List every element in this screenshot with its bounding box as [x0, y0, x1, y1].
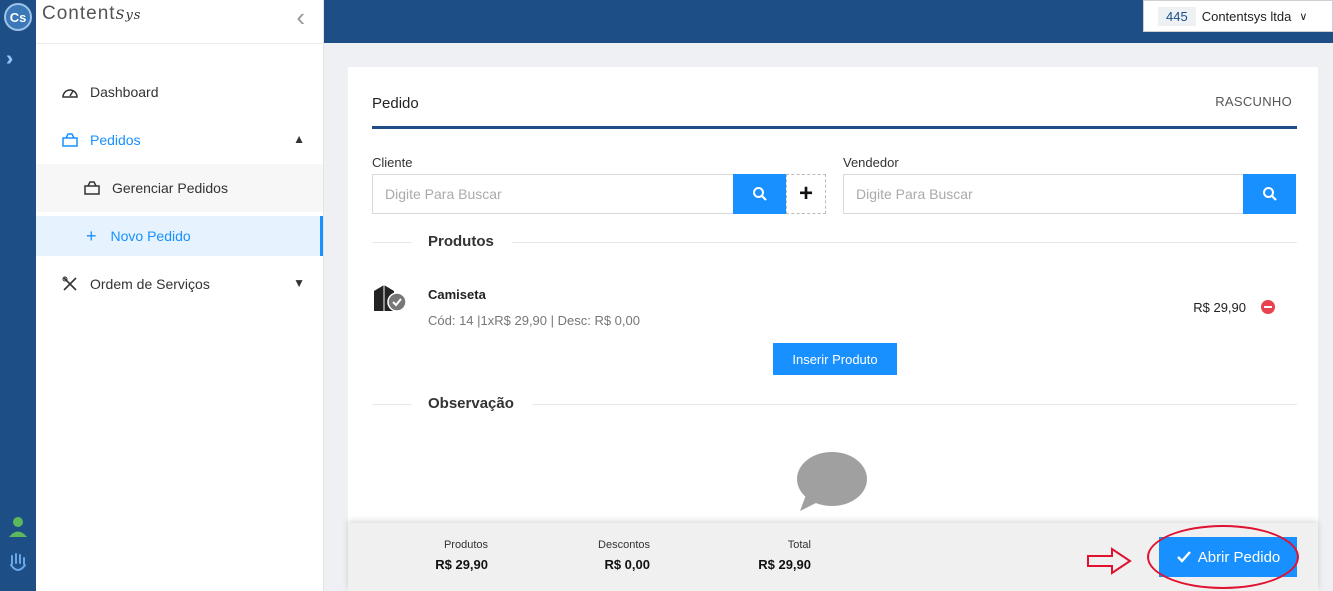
- title-divider: [372, 126, 1297, 129]
- dashboard-icon: [60, 82, 80, 102]
- produtos-total: Produtos R$ 29,90: [430, 539, 488, 572]
- descontos-total-label: Descontos: [598, 539, 650, 551]
- top-bar: 445 Contentsys ltda ∨: [324, 0, 1333, 43]
- basket-icon: [82, 178, 102, 198]
- observacao-heading: Observação: [428, 395, 530, 412]
- produtos-total-value: R$ 29,90: [435, 557, 488, 572]
- sidebar-menu: Dashboard Pedidos ▲ Gerenciar Pedidos + …: [36, 68, 323, 308]
- sidebar: ContentSys ‹ Dashboard Pedidos ▲ Gerenci…: [36, 0, 324, 591]
- company-selector[interactable]: 445 Contentsys ltda ∨: [1143, 0, 1333, 32]
- product-name: Camiseta: [428, 287, 486, 302]
- add-cliente-button[interactable]: +: [786, 174, 826, 214]
- product-price: R$ 29,90: [1193, 300, 1246, 315]
- section-divider: [512, 242, 1297, 243]
- plus-icon: +: [86, 225, 97, 246]
- brand-logo: ContentSys: [42, 3, 141, 25]
- chevron-down-icon: ∨: [1299, 10, 1308, 23]
- grand-total-label: Total: [787, 539, 811, 551]
- section-divider: [372, 404, 412, 405]
- collapse-sidebar-icon[interactable]: ‹: [296, 2, 305, 33]
- vendedor-search-button[interactable]: [1243, 174, 1296, 214]
- tools-icon: [60, 274, 80, 294]
- remove-product-icon[interactable]: [1261, 300, 1275, 314]
- produtos-total-label: Produtos: [443, 539, 488, 551]
- totals-footer: Produtos R$ 29,90 Descontos R$ 0,00 Tota…: [348, 523, 1318, 591]
- observacao-section: Observação: [372, 395, 1297, 415]
- insert-product-button[interactable]: Inserir Produto: [773, 343, 897, 375]
- sidebar-item-label: Ordem de Serviços: [90, 276, 210, 292]
- hand-icon[interactable]: [8, 551, 28, 573]
- cliente-search-button[interactable]: [733, 174, 786, 214]
- vendedor-label: Vendedor: [843, 155, 899, 170]
- comment-bubble-icon[interactable]: [796, 451, 868, 513]
- status-badge: RASCUNHO: [1215, 94, 1292, 109]
- annotation-arrow-icon: [1087, 547, 1132, 575]
- produtos-heading: Produtos: [428, 233, 510, 250]
- search-icon: [752, 187, 767, 201]
- sidebar-item-gerenciar-pedidos[interactable]: Gerenciar Pedidos: [36, 164, 323, 212]
- sidebar-item-label: Pedidos: [90, 132, 141, 148]
- search-icon: [1262, 187, 1277, 201]
- sidebar-item-label: Novo Pedido: [110, 228, 191, 244]
- left-rail: Cs ››: [0, 0, 36, 591]
- cliente-search-input[interactable]: Digite Para Buscar: [372, 174, 734, 214]
- product-details: Cód: 14 |1xR$ 29,90 | Desc: R$ 0,00: [428, 313, 640, 328]
- sidebar-item-label: Dashboard: [90, 84, 159, 100]
- brand-name-sys: Sys: [115, 8, 142, 23]
- grand-total-value: R$ 29,90: [758, 557, 811, 572]
- chevron-down-icon: ▼: [293, 276, 305, 290]
- sidebar-item-ordem-servicos[interactable]: Ordem de Serviços ▼: [36, 260, 323, 308]
- basket-icon: [60, 130, 80, 150]
- brand-name-main: Content: [42, 3, 116, 24]
- company-name: Contentsys ltda: [1201, 8, 1292, 24]
- app-logo: Cs: [4, 3, 32, 31]
- annotation-circle: [1147, 525, 1299, 589]
- sidebar-item-pedidos[interactable]: Pedidos ▲: [36, 116, 323, 164]
- sidebar-item-label: Gerenciar Pedidos: [112, 180, 228, 196]
- order-card: Pedido RASCUNHO Cliente Digite Para Busc…: [348, 67, 1318, 591]
- brand-header: ContentSys ‹: [36, 0, 323, 44]
- produtos-section: Produtos: [372, 233, 1297, 253]
- product-box-icon: [374, 285, 407, 312]
- page-title: Pedido: [372, 95, 419, 112]
- sidebar-item-dashboard[interactable]: Dashboard: [36, 68, 323, 116]
- section-divider: [372, 242, 412, 243]
- cliente-label: Cliente: [372, 155, 413, 170]
- section-divider: [532, 404, 1297, 405]
- grand-total: Total R$ 29,90: [751, 539, 811, 572]
- chevron-up-icon: ▲: [293, 132, 305, 146]
- vendedor-search-input[interactable]: Digite Para Buscar: [843, 174, 1244, 214]
- company-code: 445: [1158, 6, 1196, 26]
- descontos-total-value: R$ 0,00: [604, 557, 650, 572]
- descontos-total: Descontos R$ 0,00: [588, 539, 650, 572]
- sidebar-item-novo-pedido[interactable]: + Novo Pedido: [36, 216, 323, 256]
- expand-icon[interactable]: ››: [6, 48, 15, 71]
- user-icon[interactable]: [8, 516, 28, 538]
